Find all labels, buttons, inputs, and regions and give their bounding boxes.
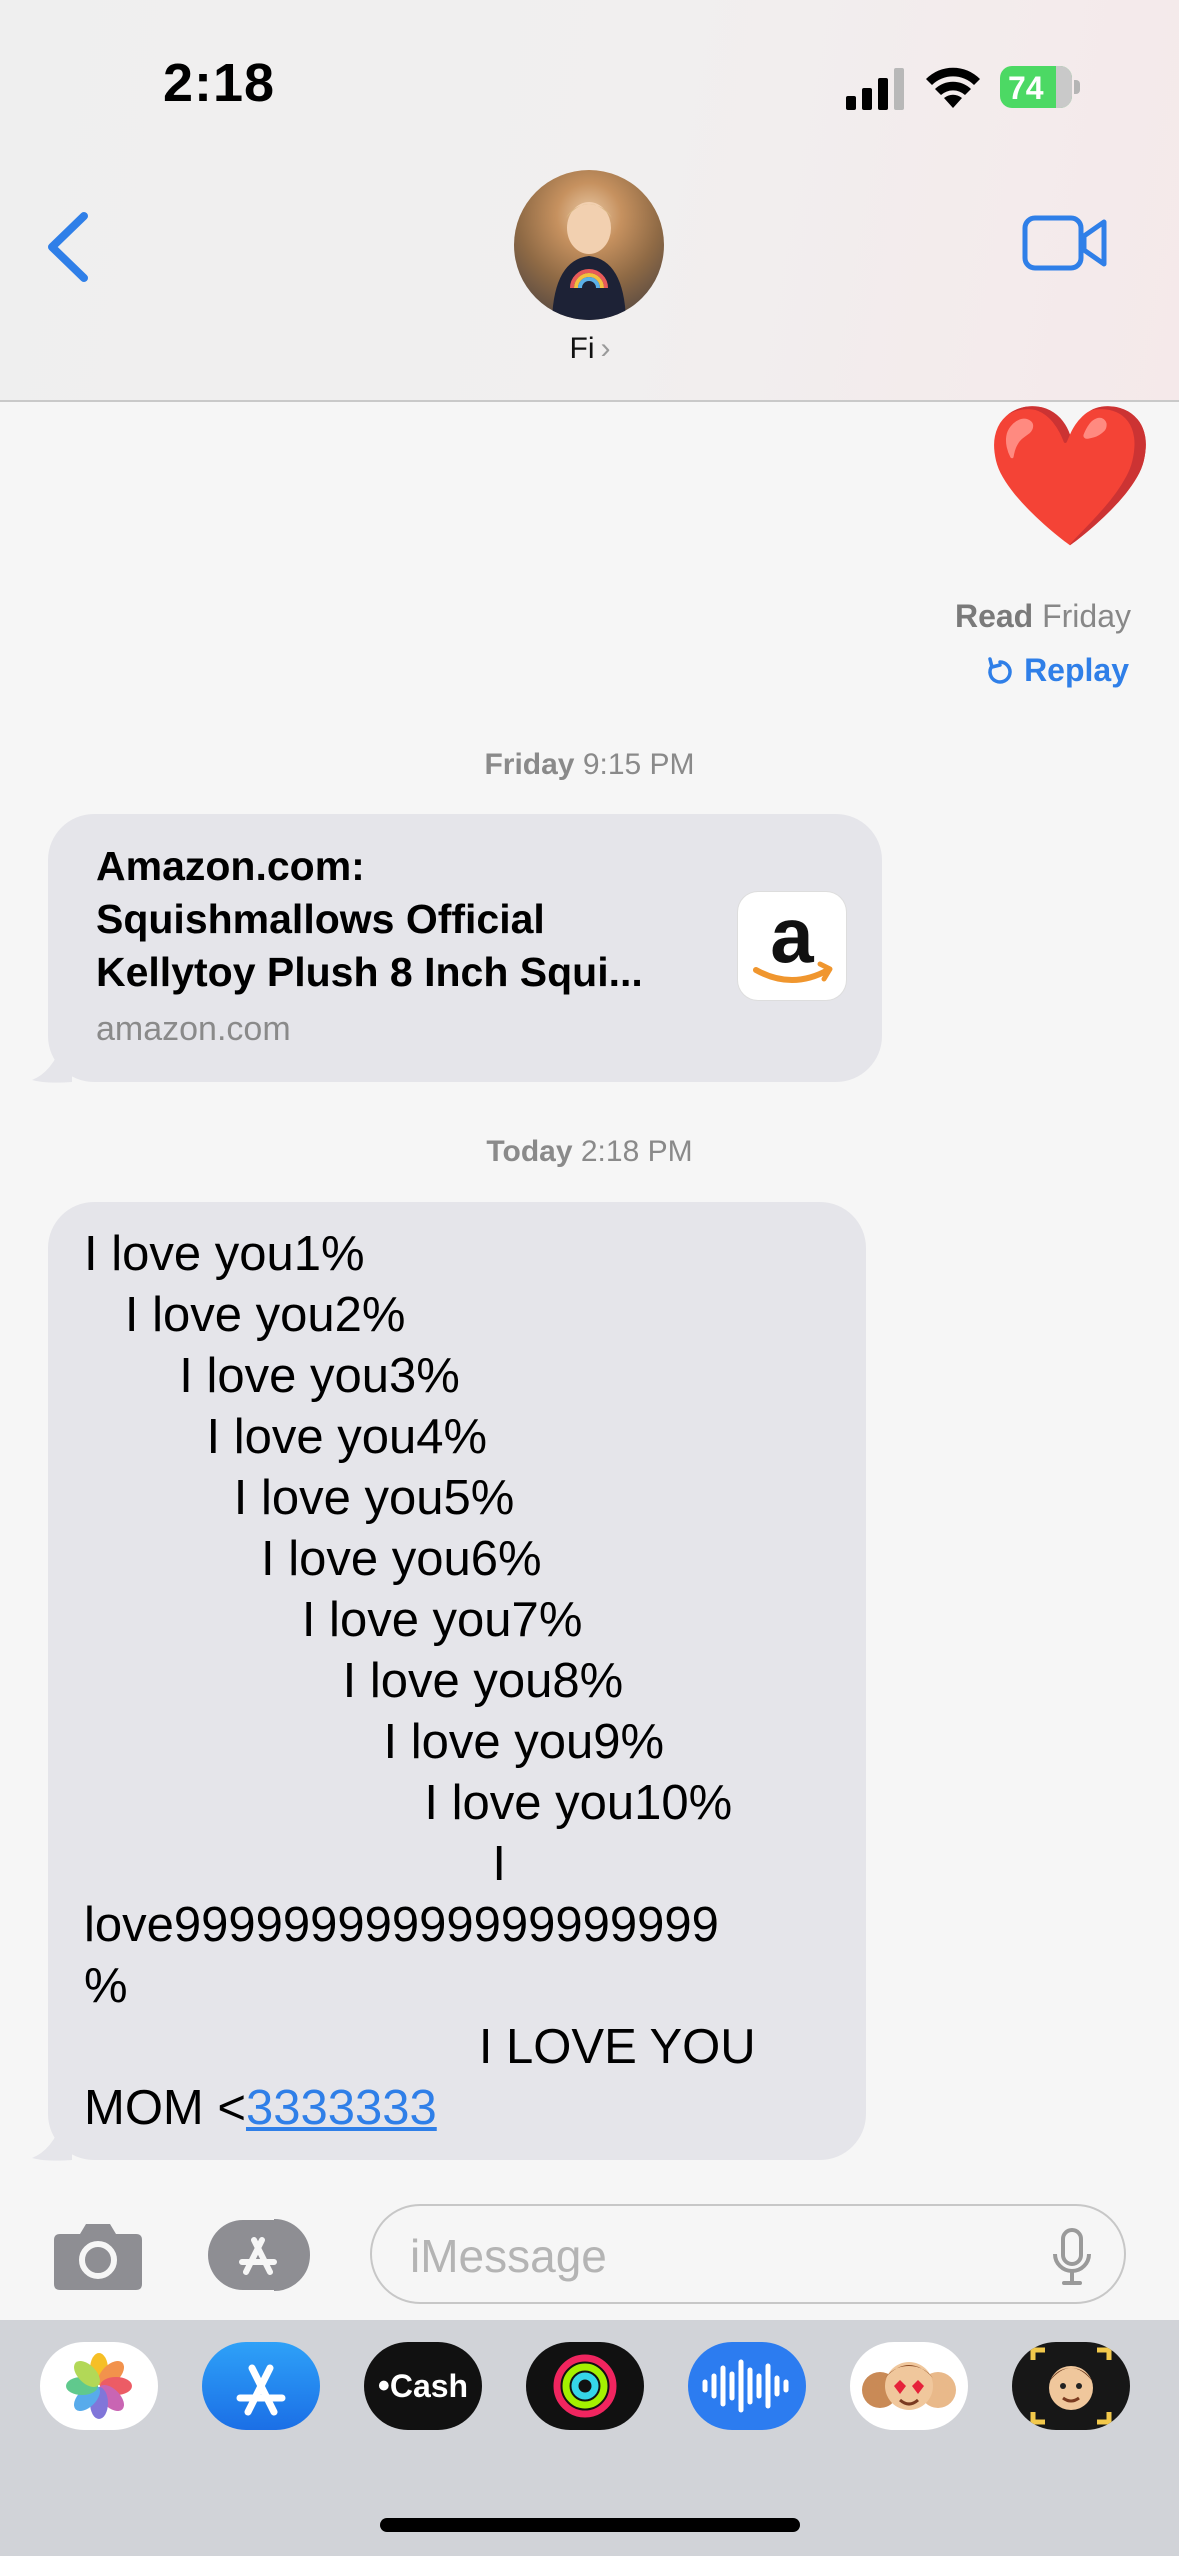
battery-indicator: 74 (1000, 66, 1080, 108)
cellular-signal-icon (846, 68, 904, 110)
link-preview-title: Amazon.com: Squishmallows Official Kelly… (96, 843, 643, 995)
sent-heart-emoji[interactable]: ❤️ (984, 406, 1156, 546)
fitness-rings-icon[interactable] (526, 2342, 644, 2430)
link-preview-bubble[interactable]: Amazon.com: Squishmallows Official Kelly… (48, 814, 882, 1082)
message-text-field[interactable] (408, 2226, 1012, 2286)
timestamp-today: Today 2:18 PM (486, 1135, 693, 1168)
received-message-bubble[interactable]: I love you1% I love you2% I love you3% I… (48, 1202, 866, 2160)
replay-button[interactable]: Replay (986, 652, 1129, 689)
app-store-apps-icon[interactable] (208, 2218, 318, 2292)
received-message-text: I love you1% I love you2% I love you3% I… (84, 1227, 756, 2135)
apple-cash-label: Cash (389, 2367, 469, 2404)
battery-percent: 74 (1008, 70, 1044, 106)
video-call-icon[interactable] (1022, 212, 1108, 274)
app-store-icon[interactable] (202, 2342, 320, 2430)
back-chevron-icon[interactable] (40, 210, 100, 284)
camera-icon[interactable] (52, 2216, 144, 2292)
memoji-stickers-icon[interactable] (1012, 2342, 1130, 2430)
memoji-icon[interactable] (850, 2342, 968, 2430)
link-preview-domain: amazon.com (96, 1010, 291, 1048)
timestamp-friday: Friday 9:15 PM (484, 748, 695, 781)
apple-cash-icon[interactable]: • Cash (364, 2342, 482, 2430)
home-indicator[interactable] (380, 2518, 800, 2532)
conversation-header: 2:18 74 Fi › (0, 0, 1179, 402)
svg-text:a: a (770, 892, 814, 979)
imessage-input[interactable] (370, 2204, 1126, 2304)
contact-name[interactable]: Fi › (540, 332, 640, 366)
photos-app-icon[interactable] (40, 2342, 158, 2430)
status-time: 2:18 (163, 53, 276, 113)
amazon-logo-icon: a (738, 891, 846, 1000)
contact-avatar[interactable] (514, 170, 664, 320)
audio-message-icon[interactable] (688, 2342, 806, 2430)
chevron-right-icon: › (600, 332, 611, 365)
replay-icon (988, 656, 1012, 684)
read-receipt: Read Friday (954, 598, 1131, 634)
wifi-icon (926, 67, 980, 108)
microphone-icon[interactable] (1052, 2228, 1092, 2286)
phone-number-link[interactable]: 3333333 (246, 2081, 437, 2135)
